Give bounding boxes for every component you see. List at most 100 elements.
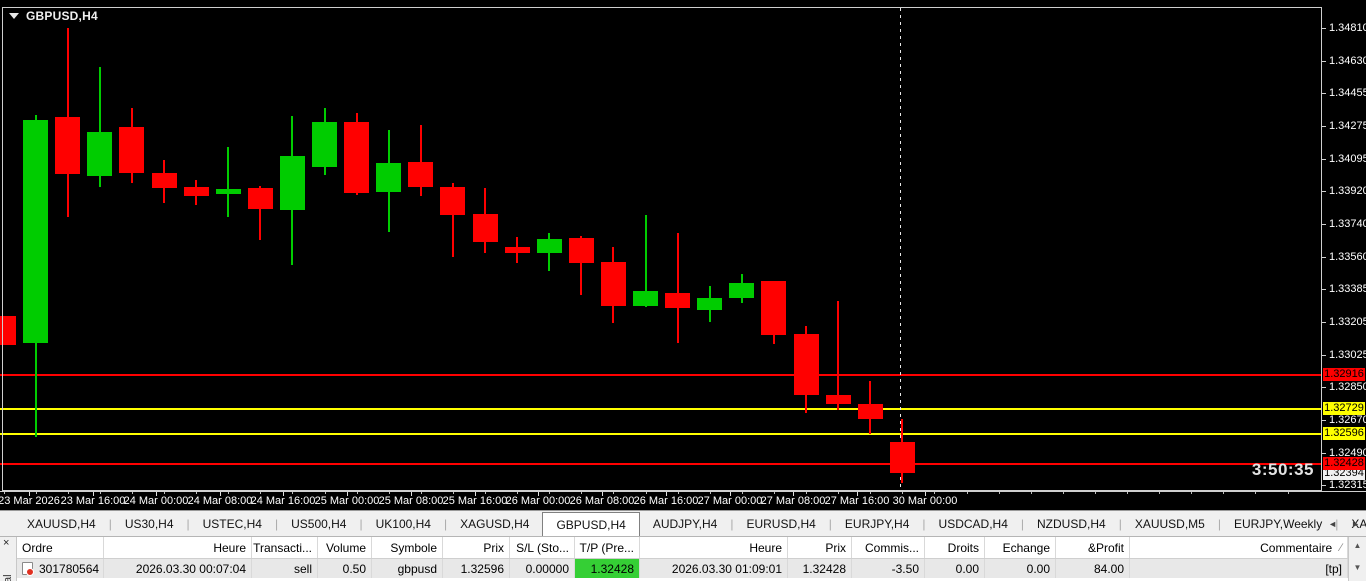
time-tick-label: 27 Mar 08:00	[760, 495, 826, 507]
chart-plot-area[interactable]	[0, 0, 1322, 491]
candle-down	[665, 293, 691, 309]
time-axis[interactable]: 23 Mar 2026 23 Mar 16:00 24 Mar 00:00 24 Ma…	[0, 491, 1366, 510]
time-minor-tick	[228, 492, 230, 494]
trade-cell: -3.50	[852, 559, 925, 578]
candle-down	[825, 395, 851, 405]
left-scroll-arrow-icon[interactable]: ◄	[1328, 519, 1337, 529]
time-minor-tick	[1094, 492, 1096, 494]
price-tick-label: 1.32315	[1329, 478, 1366, 491]
price-tick	[1322, 158, 1326, 160]
candle-down	[344, 121, 370, 194]
chart-symbol-dropdown[interactable]: GBPUSD,H4	[9, 9, 98, 23]
column-header[interactable]: Transacti...	[252, 537, 318, 558]
price-tick	[1322, 28, 1326, 29]
chart-tab[interactable]: EURJPY,Weekly	[1221, 511, 1335, 536]
trade-cell: 0.00	[985, 559, 1056, 578]
time-minor-tick	[870, 492, 872, 494]
candle-up	[312, 121, 337, 167]
time-minor-tick	[1030, 492, 1032, 494]
column-header[interactable]: Droits	[925, 537, 985, 558]
price-tick	[1322, 354, 1326, 356]
chart-tab[interactable]: GBPUSD,H4	[542, 512, 640, 536]
time-minor-tick	[998, 492, 1000, 494]
chart-tab[interactable]: XAUUSD,H4	[14, 511, 109, 536]
table-scrollbar[interactable]: ▲ ▼	[1348, 537, 1366, 581]
price-tick-label: 1.33740	[1329, 217, 1366, 230]
price-level-line[interactable]	[0, 432, 1322, 435]
tab-scroll-arrows: ◄ ►	[1328, 511, 1360, 537]
candle-down	[0, 315, 16, 346]
right-scroll-arrow-icon[interactable]: ►	[1351, 519, 1360, 529]
chart-title: GBPUSD,H4	[26, 9, 98, 23]
column-header[interactable]: Echange	[985, 537, 1056, 558]
tp-cell-highlighted: 1.32428	[575, 559, 640, 578]
price-level-line[interactable]	[0, 373, 1322, 376]
time-minor-tick	[1062, 492, 1064, 494]
price-tick	[1322, 93, 1326, 95]
time-minor-tick	[196, 492, 198, 494]
candle-down	[568, 238, 594, 263]
chart-tab[interactable]: UK100,H4	[363, 511, 444, 536]
time-tick-label: 23 Mar 2026	[0, 495, 60, 507]
time-minor-tick	[1191, 492, 1193, 494]
column-header[interactable]: Prix	[788, 537, 852, 558]
price-tick	[1322, 60, 1326, 62]
candle-down	[857, 404, 883, 420]
trade-cell: gbpusd	[372, 559, 443, 578]
time-minor-tick	[645, 492, 647, 494]
column-header[interactable]: Prix	[443, 537, 510, 558]
chart-tab[interactable]: XAUUSD,M5	[1122, 511, 1218, 536]
time-minor-tick	[1223, 492, 1225, 494]
terminal-tab-vertical-label[interactable]: Terminal	[2, 574, 14, 581]
candle-down	[793, 334, 819, 396]
time-axis-line	[0, 491, 1366, 492]
chart-tab[interactable]: NZDUSD,H4	[1024, 511, 1119, 536]
column-header[interactable]: Volume	[318, 537, 372, 558]
candle-down	[247, 188, 273, 209]
time-minor-tick	[35, 492, 37, 494]
close-icon[interactable]: ×	[3, 537, 9, 549]
sort-icon: ∕	[1340, 541, 1342, 554]
column-header[interactable]: &Profit	[1056, 537, 1130, 558]
price-tick-label: 1.33560	[1329, 250, 1366, 263]
time-tick-label: 25 Mar 08:00	[378, 495, 444, 507]
trade-row[interactable]: 301780564 2026.03.30 00:07:04 sell 0.50 gbpu…	[17, 559, 1348, 578]
chart-tab[interactable]: USTEC,H4	[190, 511, 275, 536]
price-tick	[1322, 256, 1326, 258]
time-minor-tick	[581, 492, 583, 494]
chart-tab[interactable]: XAGUSD,H4	[447, 511, 542, 536]
time-tick-label: 27 Mar 00:00	[697, 495, 763, 507]
trade-table: Ordre Heure Transacti... Volume Symbole Prix S…	[17, 537, 1348, 581]
price-level-line[interactable]	[0, 408, 1322, 411]
chart-tab[interactable]: EURJPY,H4	[832, 511, 922, 536]
column-header[interactable]: Symbole	[372, 537, 443, 558]
chart-tab[interactable]: US30,H4	[112, 511, 187, 536]
price-level-line[interactable]	[0, 463, 1322, 466]
price-tick	[1322, 386, 1326, 388]
column-header[interactable]: Commentaire ∕	[1130, 537, 1348, 558]
chart-tab[interactable]: EURUSD,H4	[733, 511, 828, 536]
time-minor-tick	[806, 492, 807, 494]
column-header[interactable]: Heure	[640, 537, 788, 558]
column-header[interactable]: S/L (Sto...	[510, 537, 575, 558]
candle-up-wick	[227, 147, 230, 217]
chart-tab[interactable]: US500,H4	[278, 511, 359, 536]
order-id: 301780564	[39, 561, 100, 576]
time-minor-tick	[549, 492, 551, 494]
column-header[interactable]: Ordre	[17, 537, 104, 558]
candle-down	[889, 442, 915, 474]
candle-up	[536, 239, 562, 253]
column-header[interactable]: Heure	[104, 537, 252, 558]
order-doc-icon	[22, 562, 34, 576]
trade-cell: 84.00	[1056, 559, 1130, 578]
chart-tab[interactable]: AUDJPY,H4	[640, 511, 730, 536]
time-minor-tick	[1287, 492, 1289, 494]
time-minor-tick	[677, 492, 679, 494]
chart-tab[interactable]: USDCAD,H4	[926, 511, 1021, 536]
scroll-down-icon[interactable]: ▼	[1349, 563, 1366, 572]
price-axis[interactable]: 1.34810 1.34630 1.34455 1.34275 1.34095 1.339…	[1322, 0, 1366, 491]
column-header[interactable]: T/P (Pre...	[575, 537, 640, 558]
chart-panel[interactable]: GBPUSD,H4 3:50:35 1.34810 1.34630 1.34455 1…	[0, 0, 1366, 510]
scroll-up-icon[interactable]: ▲	[1349, 541, 1366, 550]
column-header[interactable]: Commis...	[852, 537, 925, 558]
